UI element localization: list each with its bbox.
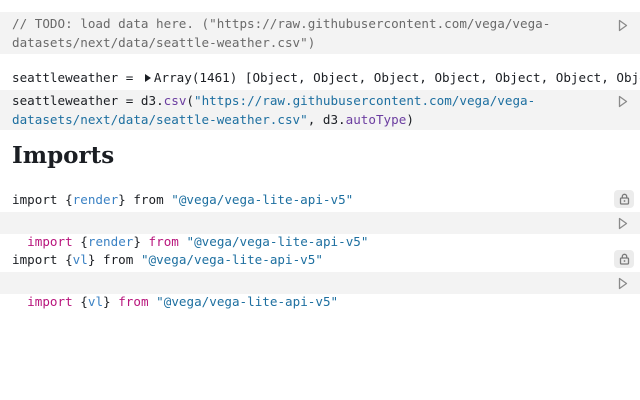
imported-name: render	[72, 192, 119, 207]
brace-open: {	[65, 252, 73, 267]
module-string: "@vega/vega-lite-api-v5"	[171, 192, 354, 207]
csv-method: csv	[163, 93, 187, 108]
brace-open: {	[65, 192, 73, 207]
lock-icon	[619, 193, 629, 205]
import-render-output: import {render} from "@vega/vega-lite-ap…	[0, 190, 640, 209]
import-vl-cell-source[interactable]: import {vl} from "@vega/vega-lite-api-v5…	[0, 272, 640, 309]
play-icon	[618, 217, 628, 229]
seattle-weather-output: seattleweather = Array(1461) [Object, Ob…	[0, 68, 640, 87]
from-keyword: from	[118, 294, 149, 309]
source-line-2: datasets/next/data/seattle-weather.csv",…	[12, 110, 600, 129]
run-cell-button[interactable]	[616, 93, 630, 109]
run-cell-button[interactable]	[616, 275, 630, 291]
expand-array-toggle[interactable]: Array(1461)	[141, 70, 237, 85]
brace-open: {	[80, 234, 88, 249]
close-paren: )	[406, 112, 414, 127]
play-icon	[618, 19, 628, 31]
play-icon	[618, 95, 628, 107]
brace-open: {	[80, 294, 88, 309]
equals-sign: =	[118, 93, 141, 108]
url-string-part-1: "https://raw.githubusercontent.com/vega/…	[194, 93, 536, 108]
dot: .	[156, 93, 164, 108]
caret-right-icon	[144, 74, 151, 82]
brace-close: }	[133, 234, 141, 249]
d3-identifier: d3	[140, 93, 157, 108]
lock-button[interactable]	[614, 250, 634, 268]
from-keyword: from	[148, 234, 179, 249]
import-vl-output: import {vl} from "@vega/vega-lite-api-v5…	[0, 250, 640, 269]
dot: .	[338, 112, 346, 127]
array-preview: [Object, Object, Object, Object, Object,…	[244, 70, 640, 85]
play-icon	[618, 277, 628, 289]
brace-close: }	[103, 294, 111, 309]
url-string-part-2: datasets/next/data/seattle-weather.csv"	[12, 112, 308, 127]
imported-name: vl	[72, 252, 88, 267]
todo-cell-source[interactable]: // TODO: load data here. ("https://raw.g…	[0, 12, 640, 54]
import-keyword: import	[27, 294, 73, 309]
module-string: "@vega/vega-lite-api-v5"	[140, 252, 323, 267]
run-cell-button[interactable]	[616, 17, 630, 33]
import-keyword: import	[12, 192, 66, 207]
lock-icon	[619, 253, 629, 265]
module-string: "@vega/vega-lite-api-v5"	[186, 234, 369, 249]
array-label: Array(1461)	[153, 70, 238, 85]
d3-identifier: d3	[322, 112, 339, 127]
source-line-1: seattleweather = d3.csv("https://raw.git…	[12, 91, 600, 110]
comma: ,	[307, 112, 323, 127]
autotype-member: autoType	[345, 112, 407, 127]
todo-comment-line-2: datasets/next/data/seattle-weather.csv")	[12, 35, 316, 50]
from-keyword: from	[95, 252, 141, 267]
equals-sign: =	[118, 70, 141, 85]
module-string: "@vega/vega-lite-api-v5"	[156, 294, 339, 309]
todo-comment-line-1: // TODO: load data here. ("https://raw.g…	[12, 16, 551, 31]
run-cell-button[interactable]	[616, 215, 630, 231]
variable-name: seattleweather	[12, 93, 119, 108]
import-render-cell-source[interactable]: import {render} from "@vega/vega-lite-ap…	[0, 212, 640, 249]
from-keyword: from	[125, 192, 172, 207]
open-paren: (	[186, 93, 195, 108]
imported-name: vl	[87, 294, 104, 309]
seattle-weather-cell-source[interactable]: seattleweather = d3.csv("https://raw.git…	[0, 90, 640, 130]
import-keyword: import	[27, 234, 73, 249]
imported-name: render	[87, 234, 134, 249]
import-keyword: import	[12, 252, 66, 267]
imports-heading: Imports	[12, 142, 115, 169]
lock-button[interactable]	[614, 190, 634, 208]
variable-name: seattleweather	[12, 70, 119, 85]
brace-close: }	[118, 192, 126, 207]
